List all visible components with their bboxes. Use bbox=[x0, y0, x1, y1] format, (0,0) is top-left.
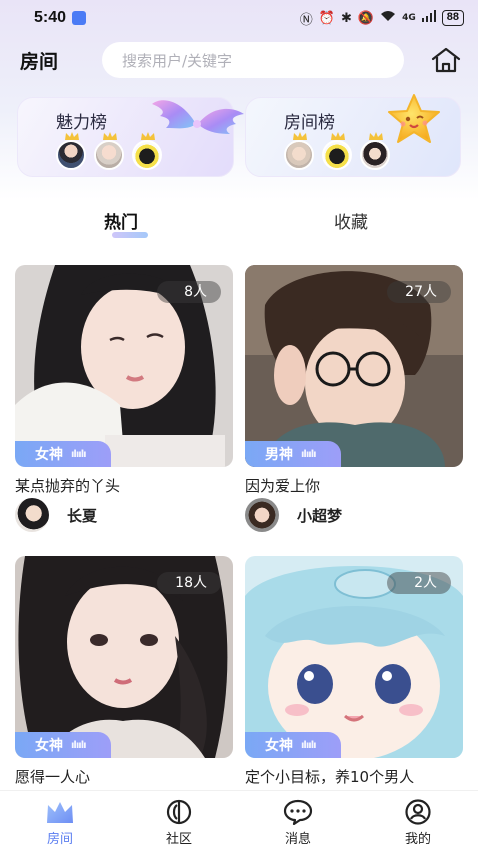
crown-icon bbox=[369, 132, 383, 140]
room-cover-image: 8人 女神 ılıılı bbox=[15, 265, 233, 467]
page-title: 房间 bbox=[20, 50, 59, 73]
avatar[interactable] bbox=[360, 132, 390, 170]
profile-icon bbox=[405, 799, 431, 825]
room-tag-label: 女神 bbox=[35, 738, 63, 754]
room-card[interactable]: 8人 女神 ılıılı 某点抛弃的丫头 长夏 bbox=[15, 265, 233, 535]
audio-wave-icon: ılıılı bbox=[301, 739, 317, 751]
room-tag-label: 女神 bbox=[35, 447, 63, 463]
charm-ranking-label: 魅力榜 bbox=[56, 113, 107, 133]
room-tag: 女神 ılıılı bbox=[245, 732, 341, 758]
viewer-count: 27人 bbox=[387, 281, 451, 303]
nav-community-label: 社区 bbox=[165, 832, 192, 847]
avatar[interactable] bbox=[284, 132, 314, 170]
avatar[interactable] bbox=[56, 132, 86, 170]
room-host[interactable]: 长夏 bbox=[15, 497, 97, 533]
room-tabs: 热门 收藏 bbox=[0, 208, 478, 238]
room-title: 定个小目标，养10个男人 bbox=[245, 768, 415, 786]
nav-room[interactable]: 房间 bbox=[30, 799, 90, 849]
avatar[interactable] bbox=[94, 132, 124, 170]
room-tag: 女神 ılıılı bbox=[15, 441, 111, 467]
nfc-icon: Ⓝ bbox=[299, 12, 313, 28]
room-tag-label: 男神 bbox=[265, 447, 293, 463]
wifi-icon bbox=[380, 10, 396, 26]
home-icon[interactable] bbox=[430, 46, 462, 74]
crown-icon bbox=[65, 132, 79, 140]
message-icon bbox=[283, 799, 313, 825]
avatar[interactable] bbox=[132, 132, 162, 170]
room-ranking-card[interactable]: 房间榜 bbox=[245, 94, 461, 177]
host-name: 小超梦 bbox=[297, 506, 343, 525]
room-cover-image: 2人 女神 ılıılı bbox=[245, 556, 463, 758]
tab-favorites[interactable]: 收藏 bbox=[334, 208, 368, 233]
mute-icon: 🔕 bbox=[357, 10, 375, 26]
community-icon bbox=[166, 799, 192, 825]
avatar bbox=[245, 498, 279, 532]
crown-icon bbox=[293, 132, 307, 140]
room-title: 因为爱上你 bbox=[245, 477, 321, 495]
room-title: 愿得一人心 bbox=[15, 768, 91, 786]
room-cover-image: 27人 男神 ılıılı bbox=[245, 265, 463, 467]
avatar[interactable] bbox=[322, 132, 352, 170]
nav-room-label: 房间 bbox=[46, 832, 73, 847]
battery-level: 88 bbox=[441, 10, 464, 26]
charm-ranking-card[interactable]: 魅力榜 bbox=[17, 97, 244, 177]
alarm-icon: ⏰ bbox=[318, 10, 335, 26]
status-bar: 5:40 Ⓝ ⏰ ✱ 🔕 4G 88 bbox=[0, 0, 478, 36]
search-placeholder: 搜索用户/关键字 bbox=[122, 51, 233, 70]
wings-icon bbox=[152, 100, 244, 134]
room-card[interactable]: 27人 男神 ılıılı 因为爱上你 小超梦 bbox=[245, 265, 463, 535]
room-cover-image: 18人 女神 ılıılı bbox=[15, 556, 233, 758]
nav-mine-label: 我的 bbox=[404, 832, 431, 847]
top-header: 房间 搜索用户/关键字 bbox=[0, 40, 478, 80]
room-title: 某点抛弃的丫头 bbox=[15, 477, 121, 495]
viewer-count: 8人 bbox=[157, 281, 221, 303]
nav-mine[interactable]: 我的 bbox=[388, 799, 448, 849]
search-input[interactable]: 搜索用户/关键字 bbox=[102, 42, 404, 78]
nav-messages-label: 消息 bbox=[284, 832, 311, 847]
room-tag-label: 女神 bbox=[265, 738, 293, 754]
tab-hot[interactable]: 热门 bbox=[104, 208, 138, 233]
status-time: 5:40 bbox=[34, 9, 67, 26]
viewer-count: 2人 bbox=[387, 572, 451, 594]
nav-community[interactable]: 社区 bbox=[149, 799, 209, 849]
nav-messages[interactable]: 消息 bbox=[268, 799, 328, 849]
room-ranking-label: 房间榜 bbox=[284, 113, 335, 133]
room-card[interactable]: 2人 女神 ılıılı 定个小目标，养10个男人 bbox=[245, 556, 463, 786]
bluetooth-icon: ✱ bbox=[341, 10, 352, 26]
crown-icon bbox=[103, 132, 117, 140]
crown-icon bbox=[141, 132, 155, 140]
crown-icon bbox=[331, 132, 345, 140]
room-card[interactable]: 18人 女神 ılıılı 愿得一人心 bbox=[15, 556, 233, 786]
audio-wave-icon: ılıılı bbox=[71, 739, 87, 751]
viewer-count: 18人 bbox=[157, 572, 221, 594]
avatar bbox=[15, 498, 49, 532]
room-host[interactable]: 小超梦 bbox=[245, 497, 342, 533]
star-icon bbox=[388, 94, 440, 143]
bottom-nav: 房间 社区 消息 我的 bbox=[0, 790, 478, 850]
audio-wave-icon: ılıılı bbox=[301, 448, 317, 460]
app-notification-icon bbox=[72, 11, 87, 25]
network-label: 4G bbox=[402, 13, 416, 23]
audio-wave-icon: ılıılı bbox=[71, 448, 87, 460]
host-name: 长夏 bbox=[67, 506, 98, 525]
room-tag: 女神 ılıılı bbox=[15, 732, 111, 758]
status-icons: Ⓝ ⏰ ✱ 🔕 4G 88 bbox=[300, 9, 464, 28]
room-tab-icon bbox=[47, 802, 73, 823]
charm-top-avatars bbox=[56, 132, 162, 170]
room-tag: 男神 ılıılı bbox=[245, 441, 341, 467]
room-top-avatars bbox=[284, 132, 390, 170]
signal-icon bbox=[421, 10, 436, 26]
